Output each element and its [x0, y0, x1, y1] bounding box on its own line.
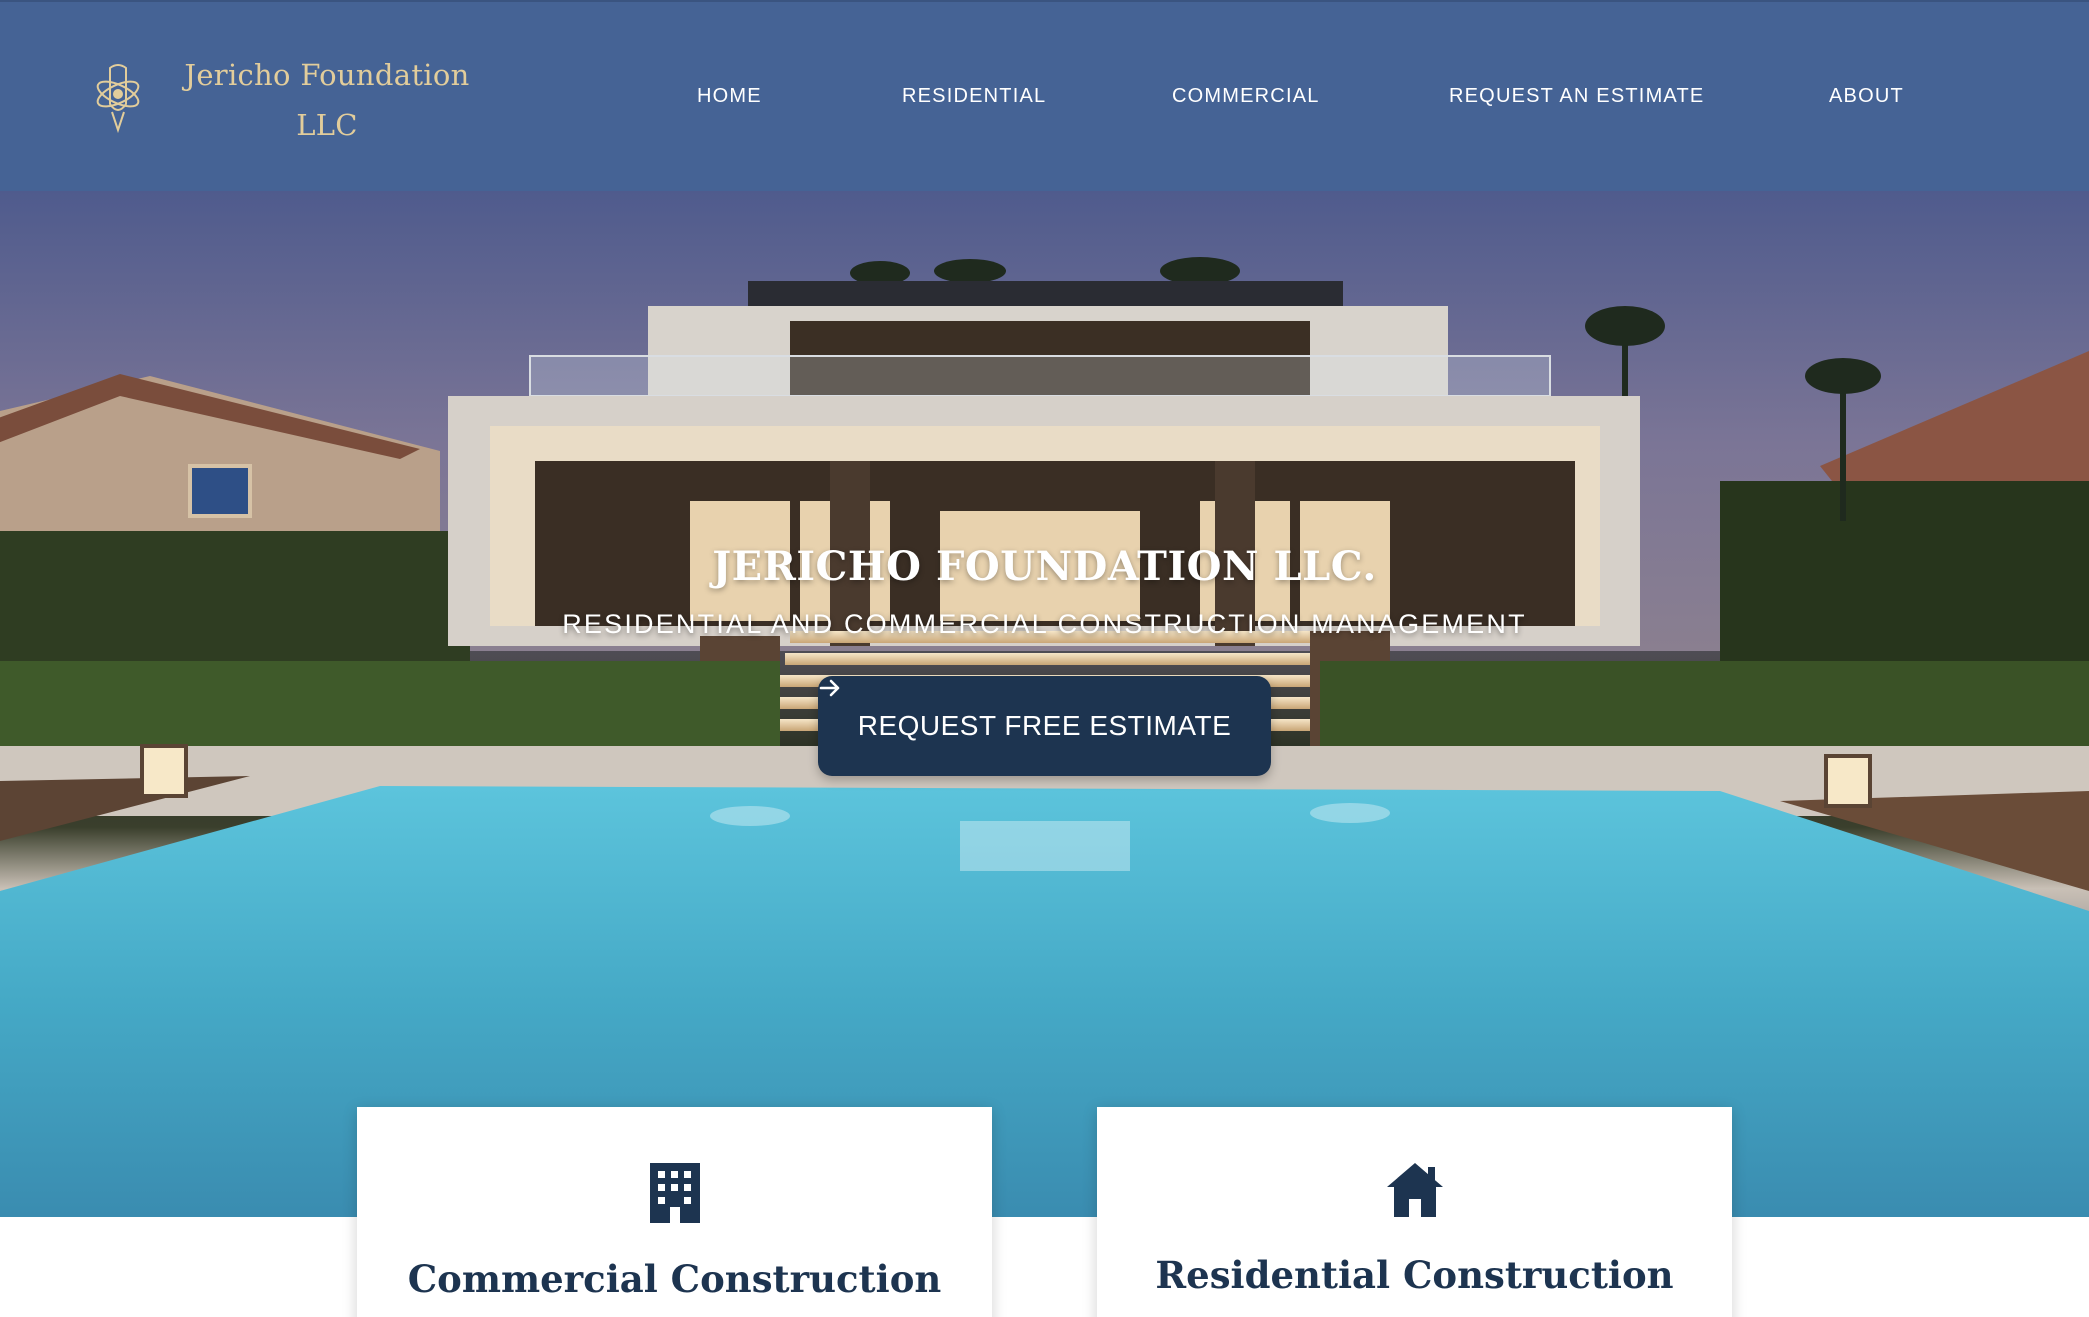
- hero-section: JERICHO FOUNDATION LLC. RESIDENTIAL AND …: [0, 191, 2089, 1217]
- main-nav: HOME RESIDENTIAL COMMERCIAL REQUEST AN E…: [0, 2, 2089, 193]
- nav-about[interactable]: ABOUT: [1829, 85, 1904, 108]
- nav-commercial[interactable]: COMMERCIAL: [1172, 85, 1320, 108]
- commercial-construction-card[interactable]: Commercial Construction: [357, 1107, 992, 1317]
- site-header: Jericho Foundation LLC HOME RESIDENTIAL …: [0, 0, 2089, 191]
- nav-home[interactable]: HOME: [697, 85, 762, 108]
- residential-construction-title: Residential Construction: [1155, 1253, 1674, 1297]
- nav-residential[interactable]: RESIDENTIAL: [902, 85, 1046, 108]
- house-icon: [1386, 1163, 1443, 1217]
- nav-request-estimate[interactable]: REQUEST AN ESTIMATE: [1449, 85, 1704, 108]
- commercial-construction-title: Commercial Construction: [407, 1257, 942, 1301]
- request-estimate-label: REQUEST FREE ESTIMATE: [857, 710, 1232, 741]
- hero-title: JERICHO FOUNDATION LLC.: [712, 543, 1377, 590]
- residential-construction-card[interactable]: Residential Construction: [1097, 1107, 1732, 1317]
- hero-subtitle: RESIDENTIAL AND COMMERCIAL CONSTRUCTION …: [562, 609, 1527, 639]
- arrow-right-icon: [819, 679, 840, 697]
- building-icon: [649, 1163, 700, 1223]
- request-estimate-button[interactable]: REQUEST FREE ESTIMATE: [818, 676, 1271, 776]
